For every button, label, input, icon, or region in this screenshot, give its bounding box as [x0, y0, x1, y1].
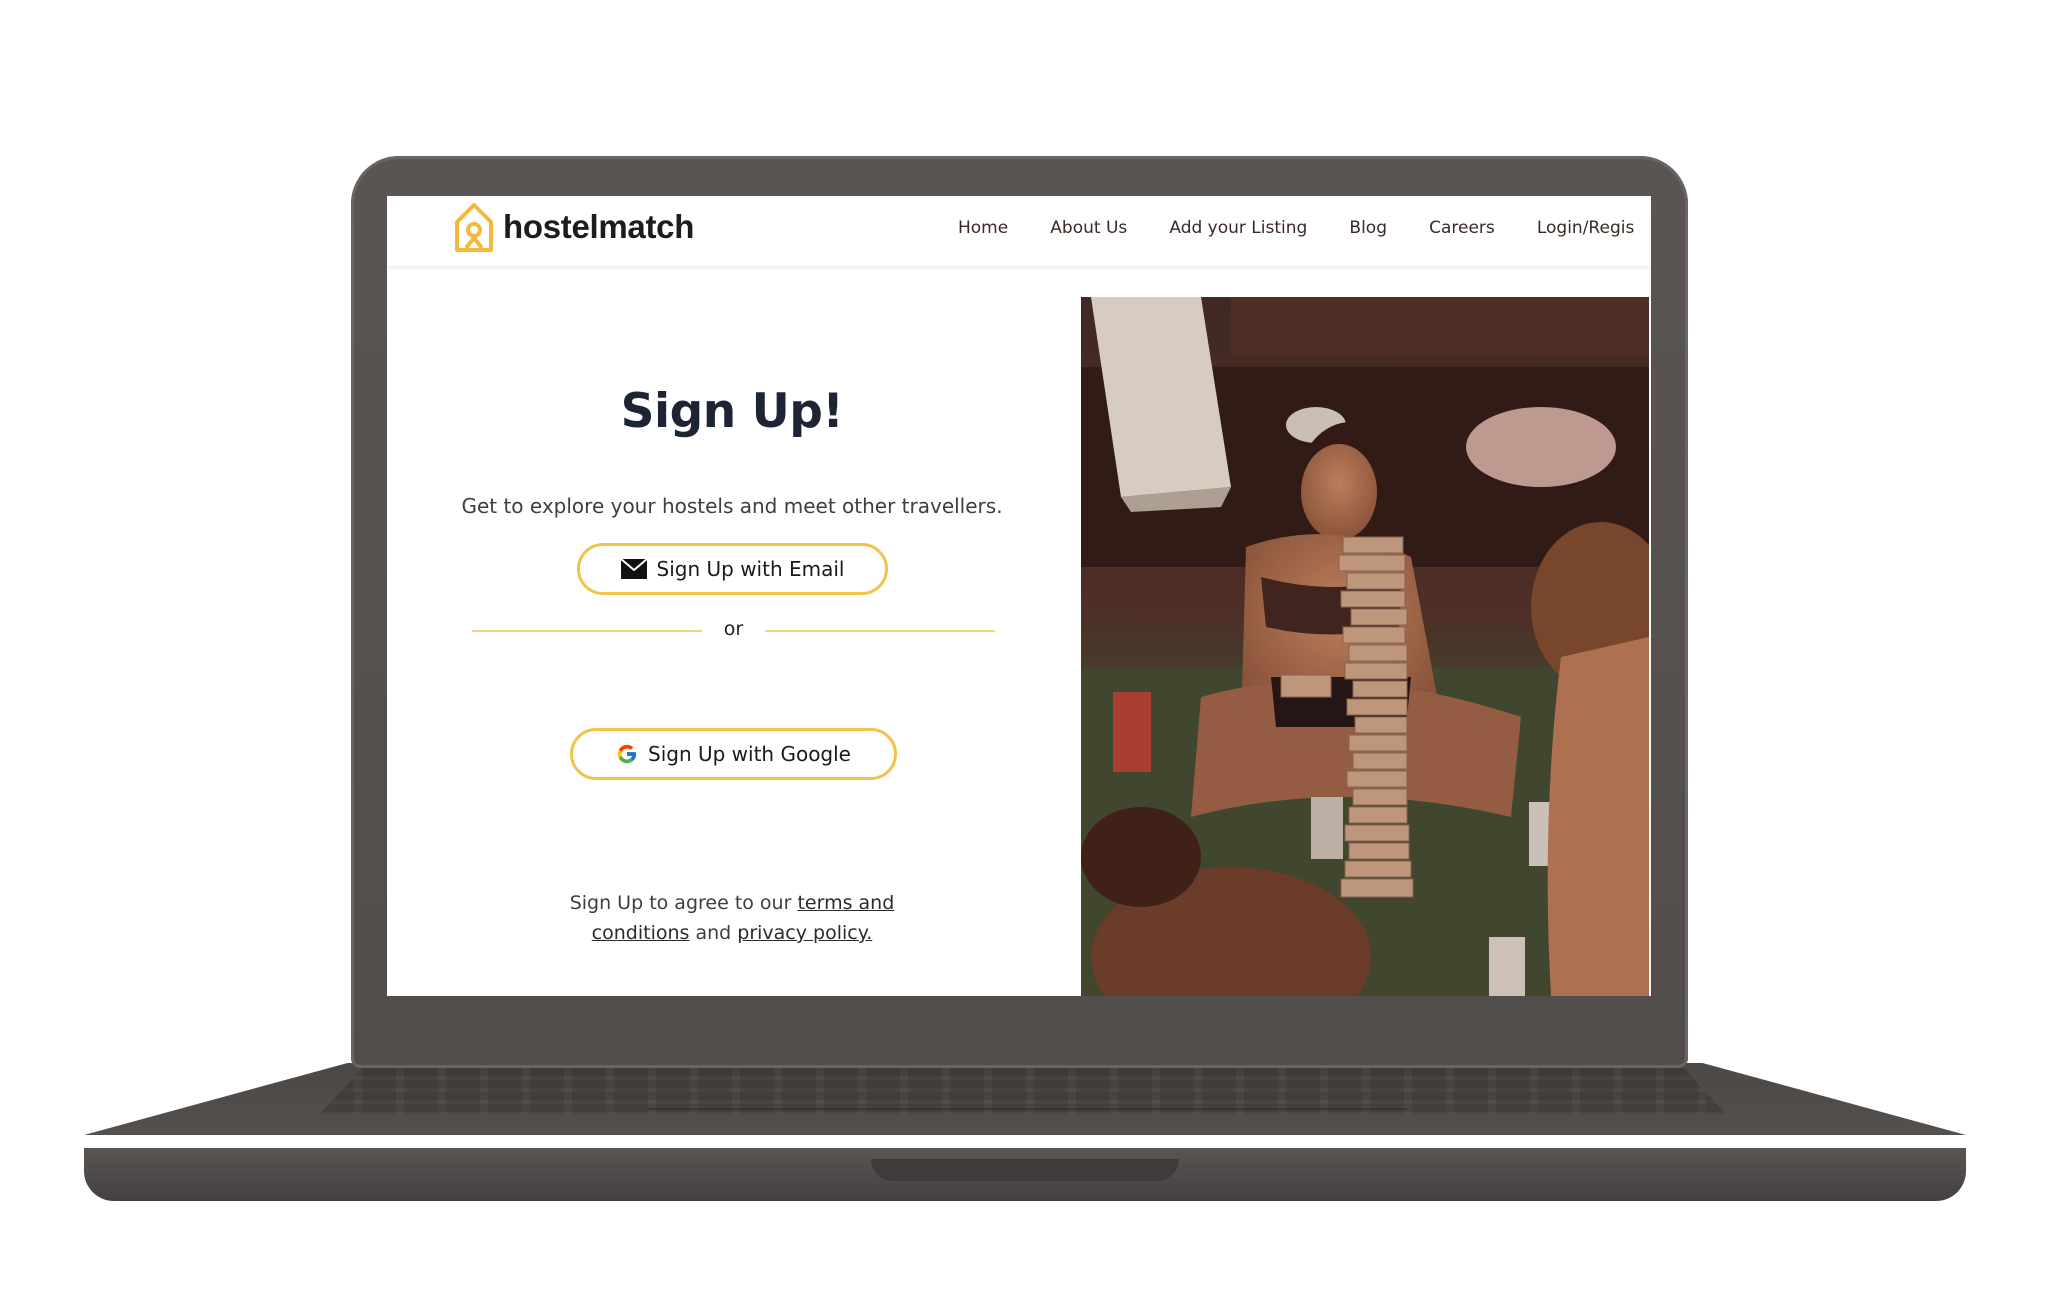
laptop-mockup: hostelmatch Home About Us Add your Listi…	[0, 0, 2046, 1291]
house-pin-icon	[455, 203, 493, 252]
site-header: hostelmatch Home About Us Add your Listi…	[387, 196, 1651, 266]
nav-home[interactable]: Home	[958, 218, 1008, 238]
nav-add-listing[interactable]: Add your Listing	[1169, 218, 1307, 238]
divider-line-right	[765, 630, 995, 632]
page-title: Sign Up!	[620, 384, 844, 439]
terms-middle: and	[695, 922, 732, 944]
travellers-playing-jenga-image	[1081, 297, 1649, 996]
page-subtitle: Get to explore your hostels and meet oth…	[461, 494, 1003, 518]
brand-name: hostelmatch	[503, 208, 695, 245]
laptop-notch	[871, 1159, 1179, 1181]
envelope-icon	[620, 559, 647, 579]
laptop-keyboard	[320, 1068, 1726, 1114]
privacy-link[interactable]: privacy policy.	[737, 922, 872, 944]
google-icon	[616, 743, 638, 765]
brand-logo[interactable]: hostelmatch	[453, 200, 694, 254]
nav-about-us[interactable]: About Us	[1050, 218, 1127, 238]
signup-email-button[interactable]: Sign Up with Email	[577, 543, 888, 595]
terms-prefix: Sign Up to agree to our	[569, 892, 792, 914]
main-nav: Home About Us Add your Listing Blog Care…	[958, 218, 1651, 238]
laptop-screen: hostelmatch Home About Us Add your Listi…	[387, 196, 1651, 996]
or-divider: or	[472, 616, 995, 646]
terms-notice: Sign Up to agree to our terms and condit…	[547, 888, 917, 948]
divider-text: or	[723, 618, 744, 640]
hero-photo	[1081, 297, 1649, 996]
signup-google-label: Sign Up with Google	[648, 742, 851, 766]
signup-panel: Sign Up! Get to explore your hostels and…	[387, 266, 1077, 996]
nav-careers[interactable]: Careers	[1429, 218, 1495, 238]
signup-email-label: Sign Up with Email	[656, 557, 845, 581]
nav-login-register[interactable]: Login/Regis	[1537, 218, 1634, 238]
signup-google-button[interactable]: Sign Up with Google	[570, 728, 897, 780]
nav-blog[interactable]: Blog	[1349, 218, 1387, 238]
